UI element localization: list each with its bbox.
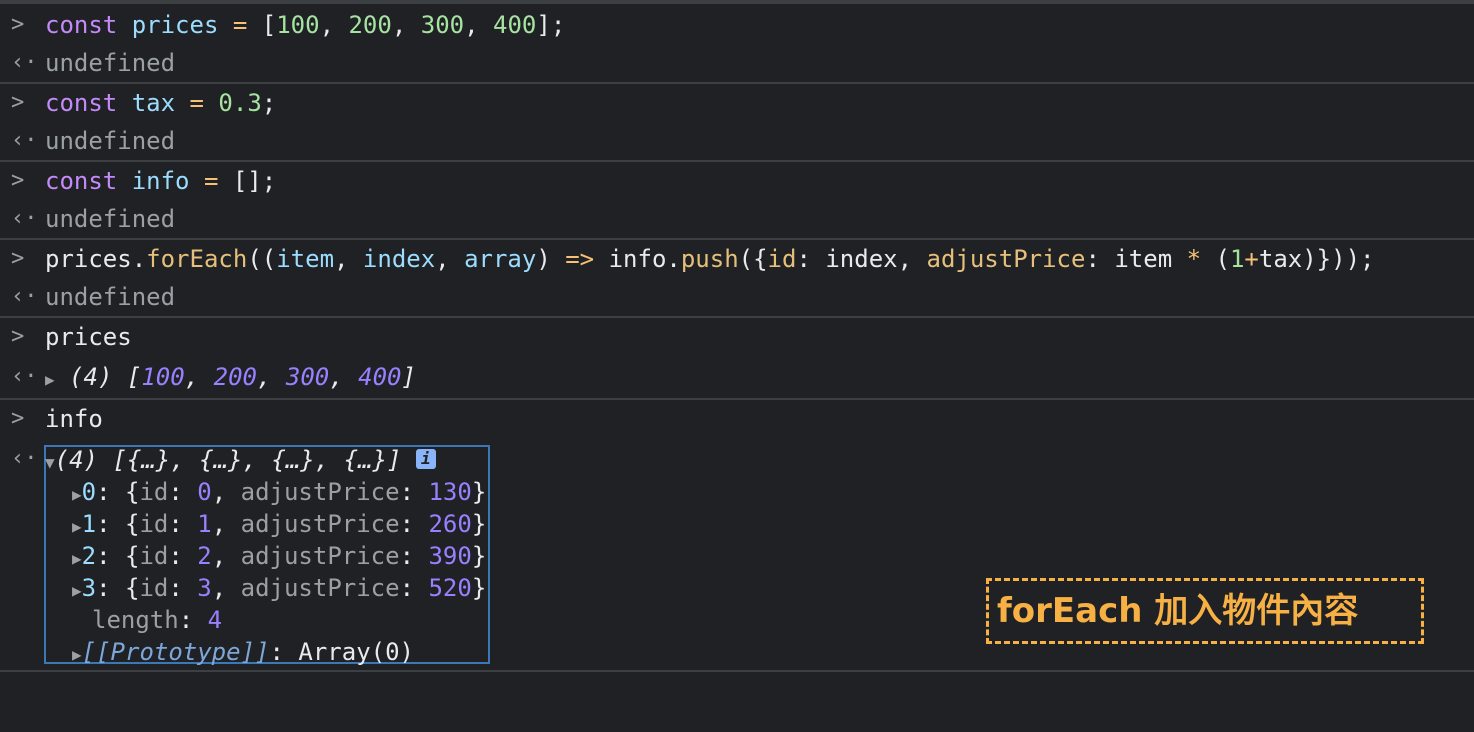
- output-return-icon: ‹·: [11, 50, 38, 75]
- input-prompt-icon: >: [11, 168, 25, 193]
- expand-triangle-icon[interactable]: ▶: [72, 549, 82, 568]
- input-code: const tax = 0.3;: [45, 89, 277, 117]
- input-prompt-icon: >: [11, 246, 25, 271]
- console-input-row[interactable]: > prices: [0, 318, 1474, 356]
- output-value: undefined: [45, 49, 176, 77]
- input-prompt-icon: >: [11, 12, 25, 37]
- input-prompt-icon: >: [11, 90, 25, 115]
- info-icon[interactable]: i: [415, 449, 436, 469]
- entry-divider: [0, 670, 1474, 672]
- devtools-console: > const prices = [100, 200, 300, 400]; ‹…: [0, 0, 1474, 680]
- input-prompt-icon: >: [11, 406, 25, 431]
- output-value: undefined: [45, 283, 176, 311]
- prices-output-row[interactable]: ‹· ▶ (4) [100, 200, 300, 400]: [0, 358, 1474, 396]
- info-item-row[interactable]: ▶2: {id: 2, adjustPrice: 390}: [0, 540, 1474, 572]
- output-return-icon: ‹·: [11, 364, 38, 389]
- output-return-icon: ‹·: [11, 128, 38, 153]
- expand-triangle-icon[interactable]: ▶: [72, 517, 82, 536]
- info-item-row[interactable]: ▶1: {id: 1, adjustPrice: 260}: [0, 508, 1474, 540]
- console-output-row: ‹· undefined: [0, 44, 1474, 82]
- input-code: const info = [];: [45, 167, 277, 195]
- output-value: undefined: [45, 127, 176, 155]
- console-input-row[interactable]: > const prices = [100, 200, 300, 400];: [0, 6, 1474, 44]
- console-input-row[interactable]: > const tax = 0.3;: [0, 84, 1474, 122]
- console-output-row: ‹· undefined: [0, 122, 1474, 160]
- input-prompt-icon: >: [11, 324, 25, 349]
- console-output-row: ‹· undefined: [0, 278, 1474, 316]
- console-input-row[interactable]: > const info = [];: [0, 162, 1474, 200]
- annotation-label: forEach 加入物件內容: [986, 578, 1424, 644]
- console-input-row[interactable]: > prices.forEach((item, index, array) =>…: [0, 240, 1474, 278]
- output-return-icon: ‹·: [11, 284, 38, 309]
- foreach-code: prices.forEach((item, index, array) => i…: [45, 245, 1375, 273]
- info-array-summary[interactable]: ▼(4) [{…}, {…}, {…}, {…}] i: [0, 444, 1474, 476]
- console-output-row: ‹· undefined: [0, 200, 1474, 238]
- expand-triangle-icon[interactable]: ▶: [45, 370, 55, 389]
- top-divider: [0, 0, 1474, 4]
- input-code: prices: [45, 323, 132, 351]
- output-value: undefined: [45, 205, 176, 233]
- collapse-triangle-icon[interactable]: ▼: [45, 453, 55, 472]
- input-code: info: [45, 405, 103, 433]
- output-return-icon: ‹·: [11, 206, 38, 231]
- input-code: const prices = [100, 200, 300, 400];: [45, 11, 566, 39]
- info-item-row[interactable]: ▶0: {id: 0, adjustPrice: 130}: [0, 476, 1474, 508]
- prices-array-preview[interactable]: ▶ (4) [100, 200, 300, 400]: [45, 358, 416, 399]
- expand-triangle-icon[interactable]: ▶: [72, 581, 82, 600]
- expand-triangle-icon[interactable]: ▶: [72, 485, 82, 504]
- console-input-row[interactable]: > info: [0, 400, 1474, 438]
- expand-triangle-icon[interactable]: ▶: [72, 645, 82, 664]
